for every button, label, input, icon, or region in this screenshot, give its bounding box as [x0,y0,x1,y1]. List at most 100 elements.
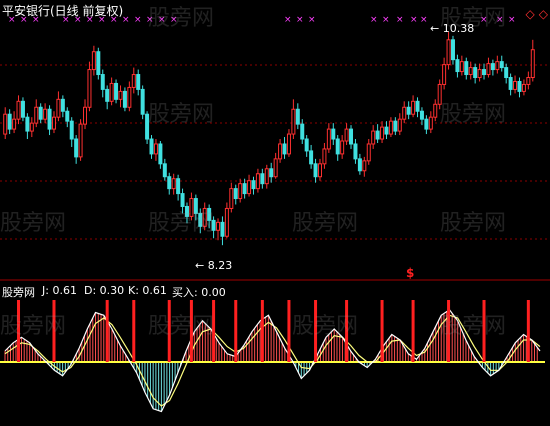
candle-body [384,126,389,135]
candle-body [140,88,145,115]
candle-body [118,90,123,100]
candle-body [38,106,43,120]
candle-body [526,77,531,85]
candle-body [273,158,278,178]
candle-body [105,88,110,102]
candle-body [220,221,225,237]
candle-body [450,39,455,61]
watermark-text: 股旁网 [440,211,507,236]
candle-body [495,61,500,71]
candle-body [397,118,402,132]
candle-body [442,64,447,85]
watermark-text: 股旁网 [0,314,67,339]
top-cross-marker: × [296,15,304,25]
candle-body [335,138,340,155]
low-price-label: ← 8.23 [195,259,233,272]
candle-body [131,74,136,88]
top-cross-marker: × [308,15,316,25]
candle-body [7,113,12,130]
candle-body [517,80,522,92]
buy-signal-bar [380,300,384,362]
candle-body [295,108,300,125]
candle-body [371,130,376,145]
top-cross-marker: × [134,15,142,25]
candle-body [65,110,70,122]
watermark-text: 股旁网 [292,211,359,236]
top-cross-marker: × [370,15,378,25]
candle-body [504,67,509,79]
candle-body [411,100,416,115]
candle-body [238,183,243,200]
buy-signal-bar [234,300,238,362]
candle-body [357,158,362,172]
stock-chart-window: × × × × × × × × × × × × × × × × × × × × × × × × 股旁网 股旁网 股旁网 股旁网 股旁网… [0,0,550,426]
top-cross-marker: × [508,15,516,25]
chart-title: 平安银行(日线 前复权) [2,4,124,18]
candle-body [309,150,314,165]
candle-body [402,106,407,120]
candle-body [91,51,96,71]
candle-body [482,69,487,76]
high-price-value: 10.38 [442,22,475,35]
top-cross-marker: × [420,15,428,25]
candle-body [43,108,48,120]
candle-body [153,143,158,155]
candle-body [51,116,56,130]
high-price-label: ← 10.38 [430,22,475,35]
indicator-name: 股旁网 [2,286,35,299]
candle-body [34,106,39,124]
signal-marker: $ [406,266,415,280]
candle-body [362,160,367,172]
candle-body [486,63,491,76]
candle-body [242,183,247,195]
candle-body [83,106,88,125]
candle-body [29,122,34,132]
buy-signal-bar [260,300,264,362]
candle-body [375,130,380,140]
candle-body [322,148,327,165]
candle-body [162,163,167,178]
candle-body [459,61,464,73]
indicator-buy-value: 买入: 0.00 [172,286,226,299]
buy-signal-bar [132,300,136,362]
candle-body [251,180,256,190]
candle-body [282,143,287,155]
candle-body [428,116,433,130]
candle-body [127,86,132,108]
candle-body [388,120,393,135]
diamond-icon: ◇ [538,7,548,21]
candle-body [247,180,252,195]
watermark-text: 股旁网 [292,314,359,339]
indicator-j-value: J: 0.61 [42,284,77,297]
candle-body [530,49,535,79]
candle-body [304,138,309,152]
candle-body [393,120,398,132]
diamond-icon: ◇ [525,7,535,21]
top-cross-marker: × [410,15,418,25]
candle-body [473,67,478,79]
candle-body [424,118,429,130]
candle-body [286,133,291,155]
candle-body [260,173,265,185]
watermark-text: 股旁网 [0,211,67,236]
candle-body [16,100,21,120]
candle-body [477,69,482,79]
candle-body [326,128,331,150]
candle-body [25,116,30,132]
candle-body [499,61,504,69]
top-cross-marker: × [284,15,292,25]
candle-body [513,80,518,90]
candle-body [291,108,296,135]
candle-body [278,143,283,160]
indicator-d-value: D: 0.30 [84,284,125,297]
watermark-text: 股旁网 [148,102,215,127]
candle-body [349,128,354,145]
candle-body [415,100,420,112]
candle-body [114,82,119,100]
candle-body [87,69,92,108]
candle-body [47,108,52,130]
candle-body [224,207,229,237]
candle-body [269,168,274,178]
candle-body [508,77,513,90]
buy-signal-bar [411,300,415,362]
